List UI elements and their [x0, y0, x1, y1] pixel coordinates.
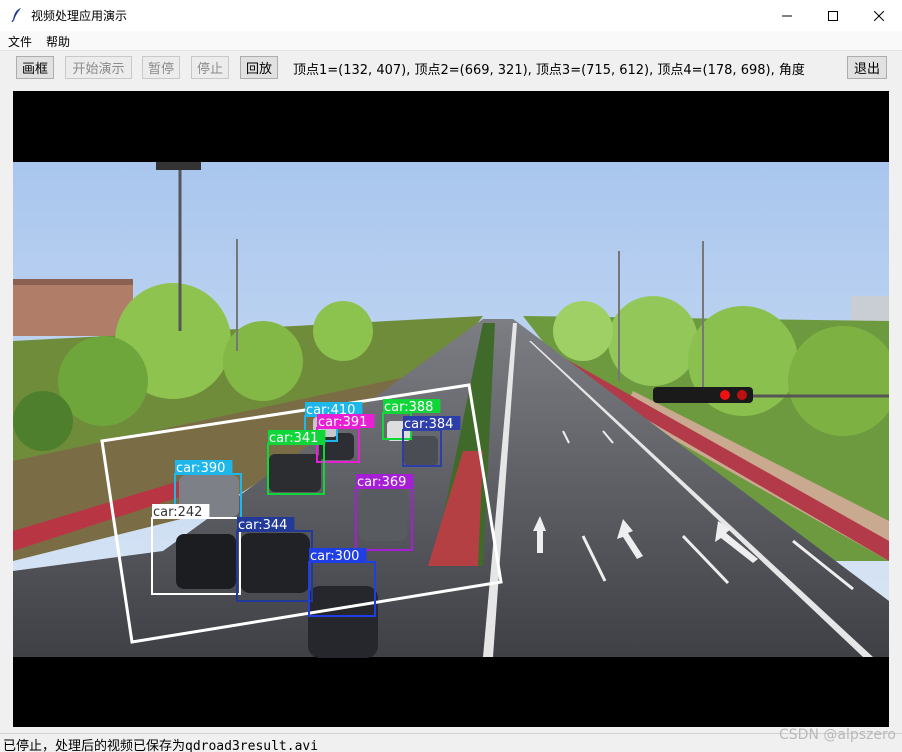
close-icon [874, 10, 884, 21]
menu-help[interactable]: 帮助 [46, 33, 70, 50]
detection-label: car:300 [310, 549, 359, 564]
draw-box-button[interactable]: 画框 [16, 56, 54, 79]
road-scene [13, 162, 898, 658]
detection-label: car:384 [404, 417, 453, 432]
detection-label: car:388 [384, 400, 433, 415]
exit-button[interactable]: 退出 [847, 56, 887, 79]
feather-icon [11, 8, 21, 23]
detection-label: car:341 [269, 431, 318, 446]
detection-label: car:344 [238, 518, 287, 533]
minimize-button[interactable] [764, 0, 810, 31]
watermark-text: CSDN @alpszero [779, 727, 896, 743]
replay-button[interactable]: 回放 [240, 56, 278, 79]
maximize-button[interactable] [810, 0, 856, 31]
window-title: 视频处理应用演示 [31, 9, 128, 23]
status-bar: 已停止，处理后的视频已保存为qdroad3result.avi [0, 733, 902, 752]
title-bar: 视频处理应用演示 [0, 0, 902, 31]
start-demo-button[interactable]: 开始演示 [65, 56, 132, 79]
minimize-icon [782, 15, 792, 16]
stop-button[interactable]: 停止 [191, 56, 229, 79]
detection-label: car:391 [318, 415, 367, 430]
menu-file[interactable]: 文件 [8, 33, 32, 50]
vertex-info-text: ：顶点1=(132, 407), 顶点2=(669, 321), 顶点3=(71… [286, 63, 805, 77]
vertex-info-label: ：顶点1=(132, 407), 顶点2=(669, 321), 顶点3=(71… [286, 59, 842, 77]
menu-bar: 文件 帮助 [0, 31, 902, 51]
detection-label: car:369 [357, 475, 406, 490]
status-message: 已停止，处理后的视频已保存为qdroad3result.avi [3, 739, 319, 752]
pause-button[interactable]: 暂停 [142, 56, 180, 79]
close-button[interactable] [856, 0, 902, 31]
toolbar: 画框 开始演示 暂停 停止 回放 ：顶点1=(132, 407), 顶点2=(6… [0, 51, 902, 85]
video-frame: car:410 car:388car:391 car:384car:341car:3… [13, 91, 898, 727]
detection-label: car:390 [176, 461, 225, 476]
video-display[interactable]: car:410 car:388 car:391 car:384 car:341 car:3… [13, 91, 898, 727]
maximize-icon [828, 10, 838, 21]
detection-label: car:242 [153, 505, 202, 520]
